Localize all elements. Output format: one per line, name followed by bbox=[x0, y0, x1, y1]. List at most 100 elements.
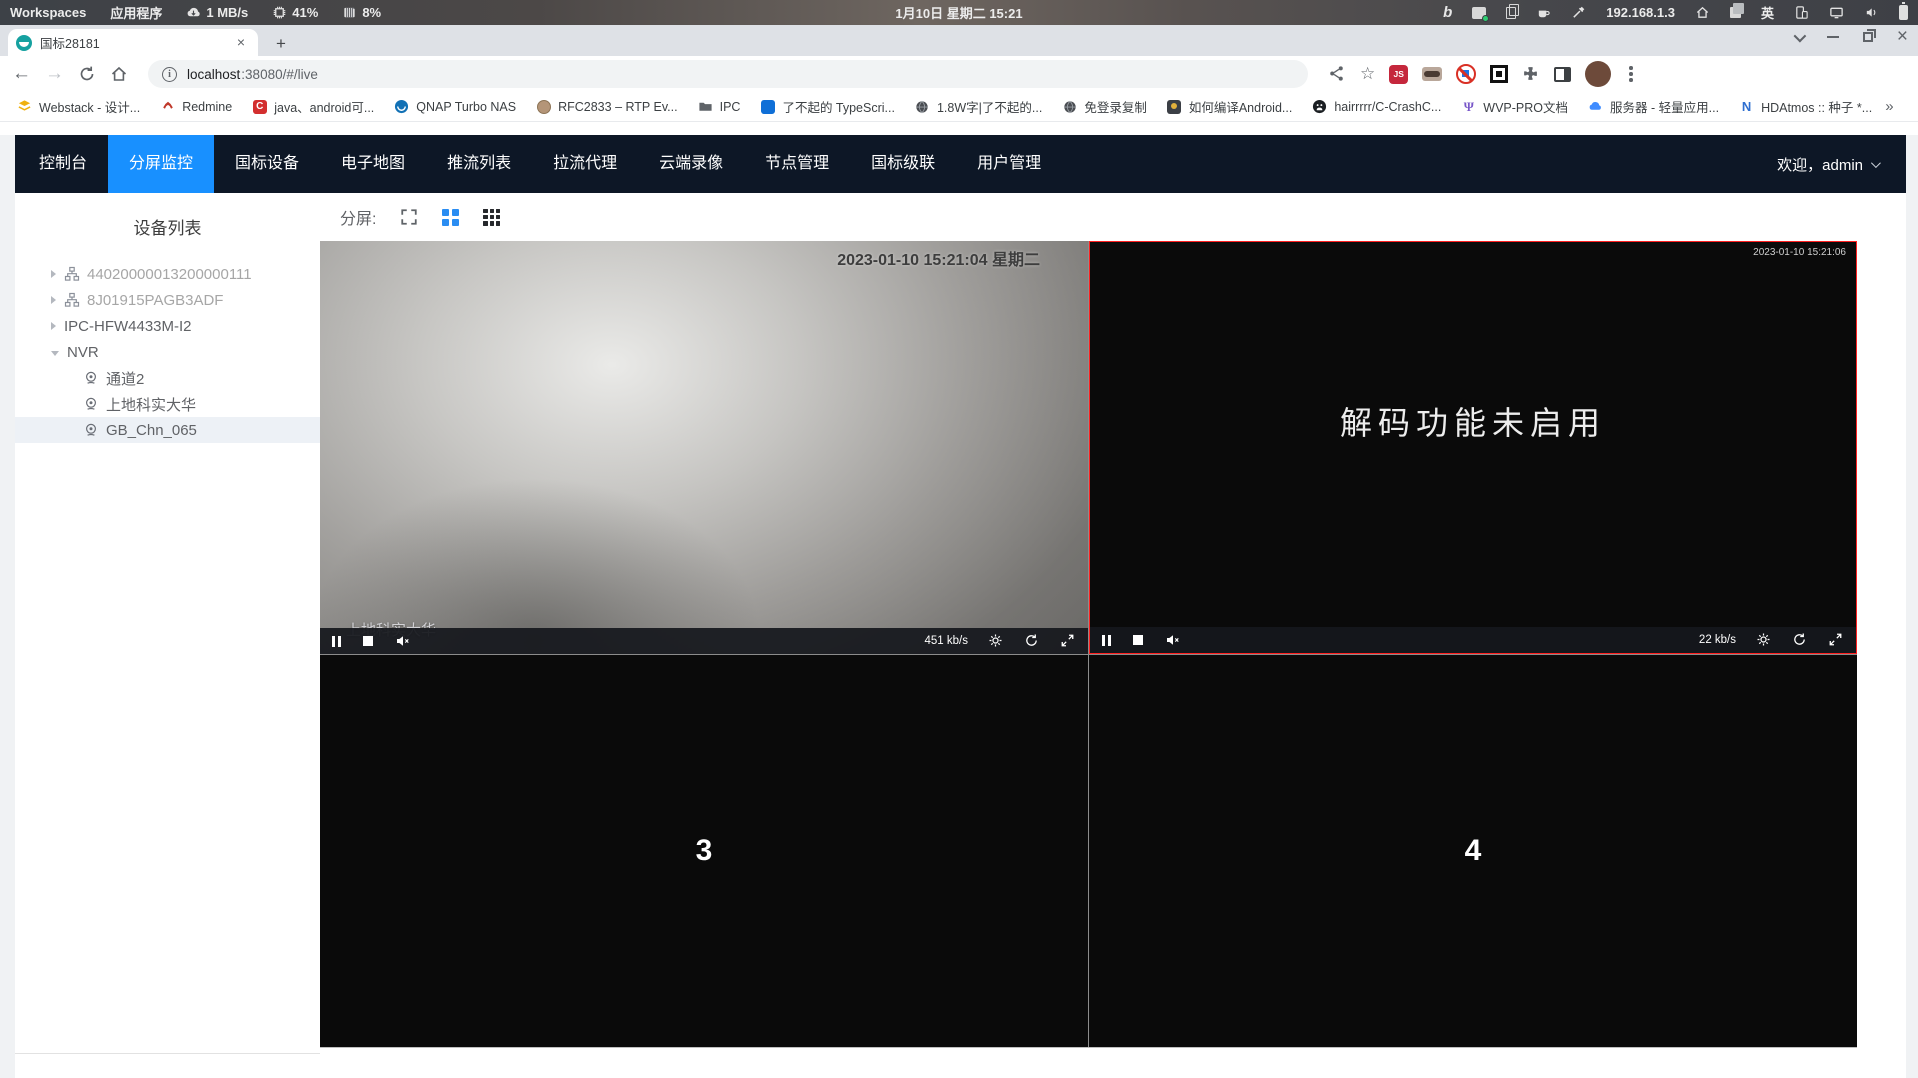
cpu-indicator: 41% bbox=[272, 5, 318, 20]
bookmark-webstack[interactable]: Webstack - 设计... bbox=[10, 94, 147, 119]
device-list-title: 设备列表 bbox=[133, 219, 202, 238]
tree-item-device[interactable]: IPC-HFW4433M-I2 bbox=[15, 313, 320, 339]
forward-button[interactable]: → bbox=[45, 64, 64, 84]
nav-pull-proxy[interactable]: 拉流代理 bbox=[532, 135, 638, 193]
nav-gb-cascade[interactable]: 国标级联 bbox=[850, 135, 956, 193]
browser-home-button[interactable] bbox=[110, 65, 128, 83]
new-tab-button[interactable]: + bbox=[270, 33, 292, 55]
tab-search-chevron-icon[interactable] bbox=[1793, 29, 1807, 42]
stop-button[interactable] bbox=[363, 636, 373, 646]
bookmark-copy-free[interactable]: 免登录复制 bbox=[1055, 94, 1154, 119]
extension-mask-icon[interactable] bbox=[1422, 67, 1443, 81]
ip-address[interactable]: 192.168.1.3 bbox=[1606, 5, 1675, 20]
bookmarks-overflow-chevron[interactable]: » bbox=[1885, 98, 1893, 115]
cloud-download-icon bbox=[186, 5, 201, 20]
folder-icon bbox=[698, 99, 713, 114]
profile-avatar[interactable] bbox=[1585, 61, 1612, 87]
phone-link-icon[interactable] bbox=[1794, 5, 1809, 20]
bookmark-hdatmos[interactable]: N HDAtmos :: 种子 *... bbox=[1732, 94, 1879, 119]
browser-tab[interactable]: 国标28181 × bbox=[8, 29, 258, 56]
bookmark-android-compile[interactable]: 如何编译Android... bbox=[1160, 94, 1300, 119]
bookmark-zhihu[interactable]: 了不起的 TypeScri... bbox=[753, 94, 902, 119]
video-cell-1[interactable]: 2023-01-10 15:21:04 星期二 上地科实大华 451 kb/s bbox=[320, 241, 1088, 654]
bing-icon[interactable]: b bbox=[1443, 5, 1452, 20]
clipboard-icon[interactable] bbox=[1506, 3, 1520, 19]
nav-user-manage[interactable]: 用户管理 bbox=[956, 135, 1062, 193]
coffee-icon[interactable] bbox=[1536, 5, 1551, 20]
tree-item-channel-selected[interactable]: GB_Chn_065 bbox=[15, 417, 320, 443]
site-info-icon[interactable]: i bbox=[162, 66, 177, 82]
refresh-icon[interactable] bbox=[1024, 633, 1040, 649]
bookmark-rfc2833[interactable]: RFC2833 – RTP Ev... bbox=[529, 96, 685, 117]
extensions-puzzle-icon[interactable] bbox=[1522, 65, 1540, 83]
share-icon[interactable] bbox=[1328, 65, 1346, 83]
settings-gear-icon[interactable] bbox=[1756, 632, 1772, 648]
tree-item-device[interactable]: 8J01915PAGB3ADF bbox=[15, 287, 320, 313]
back-button[interactable]: ← bbox=[12, 64, 31, 84]
user-menu[interactable]: 欢迎，admin bbox=[1777, 154, 1881, 175]
tree-item-device[interactable]: 44020000013200000111 bbox=[15, 261, 320, 287]
tree-item-channel[interactable]: 上地科实大华 bbox=[15, 391, 320, 417]
caret-right-icon[interactable] bbox=[51, 270, 56, 278]
pause-button[interactable] bbox=[1102, 634, 1111, 646]
pause-button[interactable] bbox=[332, 635, 341, 647]
screenshot-app-icon[interactable] bbox=[1472, 6, 1490, 22]
video-cell-2-selected[interactable]: 2023-01-10 15:21:06 解码功能未启用 22 kb/s bbox=[1089, 241, 1857, 654]
extension-js-icon[interactable]: JS bbox=[1389, 64, 1409, 84]
bookmark-star-icon[interactable]: ☆ bbox=[1360, 64, 1375, 84]
nav-split-monitor[interactable]: 分屏监控 bbox=[108, 135, 215, 193]
input-language-indicator[interactable]: 英 bbox=[1761, 3, 1774, 22]
bookmark-typescript-article[interactable]: 1.8W字|了不起的... bbox=[908, 94, 1049, 119]
mute-icon[interactable] bbox=[1165, 632, 1181, 648]
fullscreen-expand-icon[interactable] bbox=[1828, 632, 1844, 648]
settings-gear-icon[interactable] bbox=[988, 633, 1004, 649]
tab-close-icon[interactable]: × bbox=[232, 34, 250, 52]
tree-item-channel[interactable]: 通道2 bbox=[15, 365, 320, 391]
bookmark-cloud-server[interactable]: 服务器 - 轻量应用... bbox=[1581, 94, 1726, 119]
stop-button[interactable] bbox=[1133, 635, 1143, 645]
color-picker-icon[interactable] bbox=[1571, 5, 1586, 20]
tree-item-device-expanded[interactable]: NVR bbox=[15, 339, 320, 365]
split-single-fullscreen-button[interactable] bbox=[400, 208, 418, 226]
nav-gb-devices[interactable]: 国标设备 bbox=[214, 135, 320, 193]
nav-cloud-record[interactable]: 云端录像 bbox=[638, 135, 744, 193]
nav-console[interactable]: 控制台 bbox=[18, 135, 108, 193]
browser-menu-icon[interactable] bbox=[1625, 66, 1637, 82]
video-cell-4-empty[interactable]: 4 bbox=[1089, 655, 1857, 1047]
home-icon[interactable] bbox=[1695, 5, 1710, 20]
caret-right-icon[interactable] bbox=[51, 296, 56, 304]
bookmark-qnap[interactable]: QNAP Turbo NAS bbox=[387, 96, 523, 117]
mute-icon[interactable] bbox=[395, 633, 411, 649]
window-restore-button[interactable] bbox=[1862, 29, 1876, 42]
caret-right-icon[interactable] bbox=[51, 322, 56, 330]
bookmark-github[interactable]: hairrrrr/C-CrashC... bbox=[1305, 96, 1448, 117]
side-panel-icon[interactable] bbox=[1554, 66, 1572, 82]
fullscreen-expand-icon[interactable] bbox=[1060, 633, 1076, 649]
split-9-grid-button[interactable] bbox=[483, 208, 501, 226]
video-grid: 2023-01-10 15:21:04 星期二 上地科实大华 451 kb/s bbox=[320, 241, 1857, 1047]
workspaces-button[interactable]: Workspaces bbox=[10, 5, 86, 20]
display-icon[interactable] bbox=[1829, 5, 1844, 20]
page-scrollbar-track[interactable] bbox=[1906, 135, 1918, 1078]
window-minimize-button[interactable] bbox=[1826, 36, 1839, 38]
extension-frame-icon[interactable] bbox=[1490, 65, 1509, 83]
applications-menu[interactable]: 应用程序 bbox=[110, 3, 162, 22]
reload-button[interactable] bbox=[78, 65, 96, 83]
extension-blocker-icon[interactable] bbox=[1456, 64, 1477, 84]
split-4-grid-button[interactable] bbox=[442, 208, 460, 226]
nav-node-manage[interactable]: 节点管理 bbox=[744, 135, 850, 193]
nav-e-map[interactable]: 电子地图 bbox=[320, 135, 426, 193]
battery-icon[interactable] bbox=[1899, 2, 1908, 20]
nav-push-list[interactable]: 推流列表 bbox=[426, 135, 532, 193]
bookmark-ipc-folder[interactable]: IPC bbox=[691, 96, 748, 117]
caret-down-icon[interactable] bbox=[51, 350, 59, 356]
windows-layers-icon[interactable] bbox=[1729, 3, 1744, 18]
bookmark-redmine[interactable]: Redmine bbox=[153, 96, 239, 117]
bookmark-wvp-docs[interactable]: Ψ WVP-PRO文档 bbox=[1454, 94, 1575, 119]
refresh-icon[interactable] bbox=[1792, 632, 1808, 648]
video-cell-3-empty[interactable]: 3 bbox=[320, 655, 1088, 1047]
address-bar[interactable]: i localhost :38080/#/live bbox=[148, 60, 1308, 88]
bookmark-csdn[interactable]: C java、android可... bbox=[245, 94, 381, 119]
window-close-button[interactable]: × bbox=[1897, 27, 1908, 46]
volume-icon[interactable] bbox=[1864, 5, 1879, 20]
